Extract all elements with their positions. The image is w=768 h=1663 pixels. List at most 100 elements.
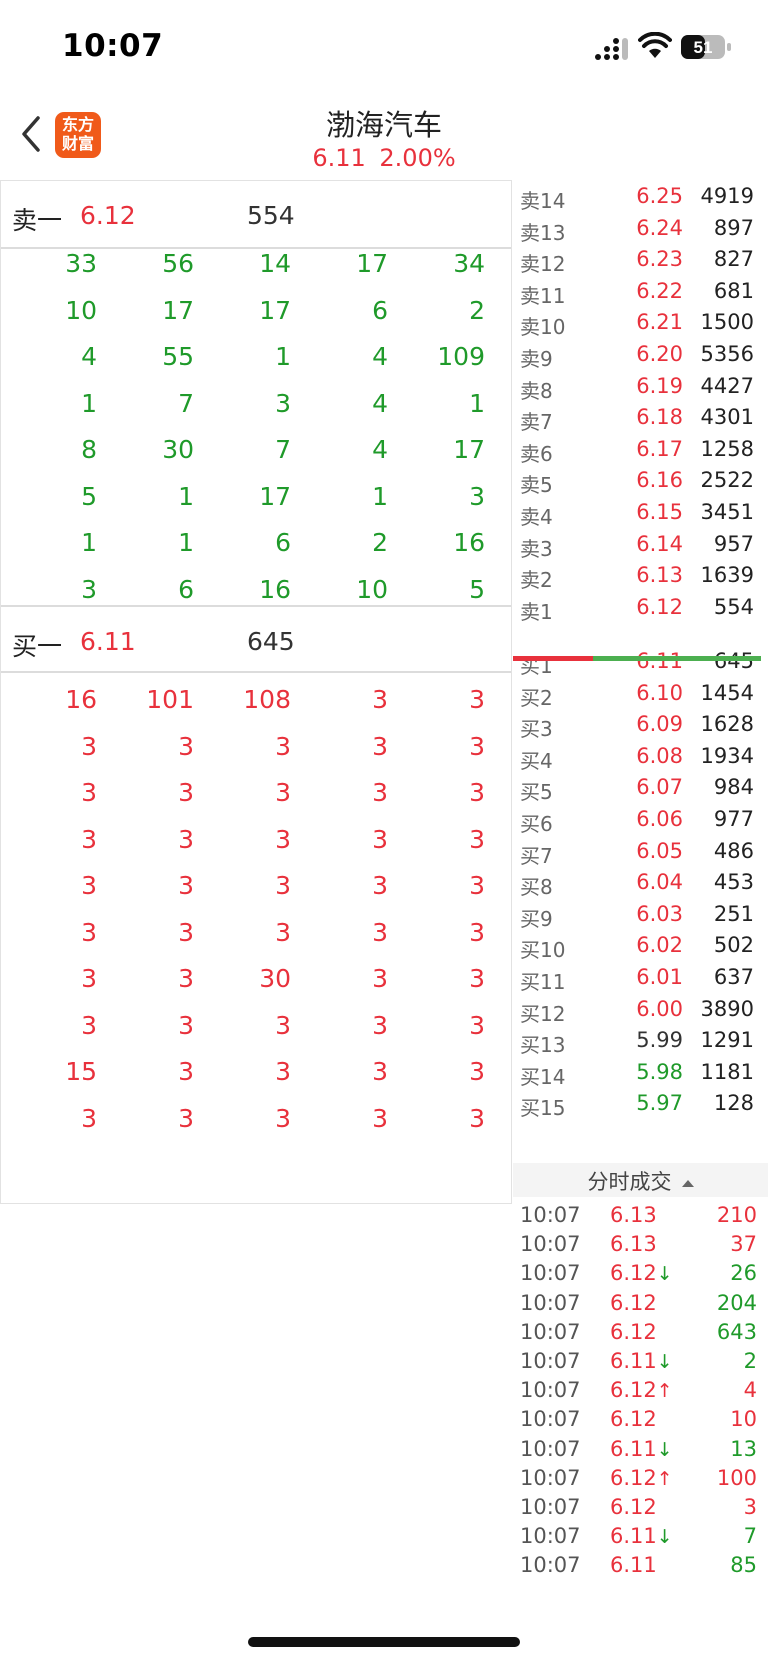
orderbook-price: 6.18 [636, 405, 683, 430]
orderbook-level: 卖2 [520, 568, 553, 593]
sell-level-volume: 554 [247, 201, 295, 230]
orderbook-row[interactable]: 买14 5.98 1181 [513, 1056, 768, 1089]
queue-cell: 3 [469, 824, 485, 854]
orderbook-row[interactable]: 买1 6.11 645 [513, 645, 768, 678]
orderbook-row[interactable]: 买2 6.10 1454 [513, 677, 768, 710]
tick-volume: 26 [730, 1261, 757, 1286]
orderbook-row[interactable]: 卖4 6.15 3451 [513, 496, 768, 529]
orderbook-price: 6.25 [636, 184, 683, 208]
orderbook-row[interactable]: 卖14 6.25 4919 [513, 180, 768, 213]
queue-cell: 3 [178, 778, 194, 807]
orderbook-volume: 3451 [700, 500, 754, 524]
status-time: 10:07 [62, 28, 164, 64]
orderbook-level: 买1 [520, 654, 553, 678]
orderbook-row[interactable]: 卖2 6.13 1639 [513, 559, 768, 592]
orderbook-price: 6.11 [636, 649, 683, 673]
tick-price: 6.13 [610, 1203, 657, 1227]
orderbook-row[interactable]: 买6 6.06 977 [513, 803, 768, 836]
orderbook-price: 6.22 [636, 278, 683, 303]
orderbook-row[interactable]: 买10 6.02 502 [513, 929, 768, 962]
tick-volume: 4 [743, 1378, 757, 1403]
orderbook-price: 6.04 [636, 870, 683, 895]
queue-row: 3 3 3 3 3 [1, 859, 511, 906]
orderbook-level: 卖12 [520, 252, 566, 277]
order-queue-panel: 卖一 6.12 554 33 56 14 17 34 10 17 17 6 2 4 55 1 4 109 1 7… [0, 180, 512, 1204]
orderbook-row[interactable]: 买11 6.01 637 [513, 961, 768, 994]
orderbook-row[interactable]: 买15 5.97 128 [513, 1087, 768, 1120]
tick-price: 6.11↓ [610, 1349, 673, 1373]
down-arrow-icon: ↓ [656, 1438, 673, 1461]
queue-row: 3 3 3 3 3 [1, 766, 511, 813]
orderbook-row[interactable]: 卖3 6.14 957 [513, 528, 768, 561]
orderbook-row[interactable]: 卖8 6.19 4427 [513, 370, 768, 403]
orderbook-volume: 977 [713, 807, 754, 831]
queue-cell: 10 [356, 574, 388, 604]
orderbook-row[interactable]: 卖11 6.22 681 [513, 275, 768, 308]
queue-cell: 3 [81, 731, 97, 761]
queue-cell: 3 [372, 685, 388, 714]
orderbook-row[interactable]: 卖10 6.21 1500 [513, 306, 768, 339]
queue-row: 4 55 1 4 109 [1, 330, 511, 377]
orderbook-row[interactable]: 买3 6.09 1628 [513, 708, 768, 741]
ticks-header[interactable]: 分时成交 [513, 1163, 768, 1197]
queue-cell: 3 [275, 778, 291, 807]
orderbook-price: 6.01 [636, 965, 683, 989]
queue-row: 33 56 14 17 34 [1, 237, 511, 284]
orderbook-row[interactable]: 卖9 6.20 5356 [513, 338, 768, 371]
queue-cell: 3 [275, 871, 291, 900]
tick-time: 10:07 [520, 1407, 581, 1432]
orderbook-row[interactable]: 卖7 6.18 4301 [513, 401, 768, 434]
queue-cell: 3 [178, 824, 194, 854]
orderbook-price: 6.05 [636, 838, 683, 863]
orderbook-volume: 827 [713, 247, 754, 272]
stock-change-percent: 2.00% [379, 144, 456, 172]
wifi-icon [638, 32, 672, 58]
queue-cell: 3 [372, 778, 388, 807]
queue-cell: 3 [469, 778, 485, 807]
tick-volume: 10 [730, 1407, 757, 1432]
orderbook-row[interactable]: 卖1 6.12 554 [513, 591, 768, 624]
orderbook-price: 6.16 [636, 468, 683, 493]
tick-time: 10:07 [520, 1436, 581, 1461]
orderbook-row[interactable]: 买8 6.04 453 [513, 866, 768, 899]
tick-volume: 2 [743, 1349, 757, 1373]
orderbook-row[interactable]: 买13 5.99 1291 [513, 1024, 768, 1057]
tick-volume: 7 [743, 1524, 757, 1549]
orderbook-volume: 4427 [700, 373, 754, 398]
orderbook-row[interactable]: 买12 6.00 3890 [513, 993, 768, 1026]
orderbook-price: 5.98 [636, 1059, 683, 1084]
queue-cell: 3 [178, 917, 194, 947]
queue-cell: 3 [469, 685, 485, 714]
orderbook-volume: 645 [713, 649, 754, 673]
tick-volume: 85 [730, 1553, 757, 1578]
queue-cell: 55 [162, 342, 194, 371]
tick-time: 10:07 [520, 1319, 581, 1344]
queue-cell: 1 [372, 481, 388, 511]
tick-time: 10:07 [520, 1495, 581, 1519]
orderbook-row[interactable]: 买7 6.05 486 [513, 835, 768, 868]
orderbook-row[interactable]: 买4 6.08 1934 [513, 740, 768, 773]
up-arrow-icon: ↑ [656, 1467, 673, 1490]
orderbook-volume: 637 [713, 965, 754, 989]
queue-cell: 1 [178, 528, 194, 557]
tick-time: 10:07 [520, 1349, 581, 1373]
queue-cell: 1 [178, 481, 194, 511]
orderbook-row[interactable]: 买5 6.07 984 [513, 771, 768, 804]
queue-cell: 1 [81, 528, 97, 557]
orderbook-row[interactable]: 卖6 6.17 1258 [513, 433, 768, 466]
orderbook-row[interactable]: 买9 6.03 251 [513, 898, 768, 931]
sell-level-label: 卖一 [12, 206, 63, 235]
orderbook-row[interactable]: 卖12 6.23 827 [513, 243, 768, 276]
tick-volume: 100 [716, 1465, 757, 1490]
queue-cell: 3 [469, 917, 485, 947]
tick-time: 10:07 [520, 1261, 581, 1286]
queue-row: 5 1 17 1 3 [1, 470, 511, 517]
trade-tick-row: 10:07 6.12 10 [513, 1404, 768, 1435]
orderbook-volume: 1639 [700, 563, 754, 588]
buy-level-label: 买一 [12, 632, 63, 661]
orderbook-row[interactable]: 卖5 6.16 2522 [513, 464, 768, 497]
orderbook-price: 6.24 [636, 215, 683, 240]
orderbook-row[interactable]: 卖13 6.24 897 [513, 212, 768, 245]
trade-tick-row: 10:07 6.11↓ 7 [513, 1521, 768, 1552]
queue-cell: 3 [372, 1057, 388, 1086]
